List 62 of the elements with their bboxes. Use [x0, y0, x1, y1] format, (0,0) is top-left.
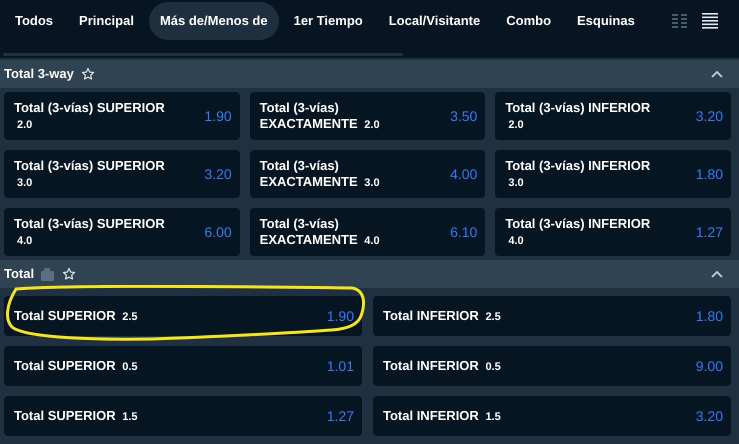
chevron-up-icon[interactable]	[711, 270, 723, 278]
odds-value: 1.80	[696, 164, 723, 184]
odds-button[interactable]: Total (3-vías) SUPERIOR 2.0 1.90	[4, 92, 240, 140]
star-icon[interactable]	[62, 267, 76, 281]
outcome-label: Total INFERIOR 2.5	[383, 308, 501, 324]
star-icon[interactable]	[80, 67, 95, 81]
odds-value: 6.10	[450, 222, 478, 242]
outcome-label: Total SUPERIOR 0.5	[14, 358, 138, 374]
odds-button[interactable]: Total (3-vías) EXACTAMENTE 4.0 6.10	[250, 208, 486, 256]
odds-button[interactable]: Total (3-vías) SUPERIOR 3.0 3.20	[4, 150, 240, 198]
odds-value: 1.80	[696, 306, 723, 326]
tab[interactable]: Más de/Menos de	[148, 2, 279, 40]
outcome-label: Total (3-vías) SUPERIOR 4.0	[14, 216, 166, 248]
odds-button[interactable]: Total (3-vías) INFERIOR 4.0 1.27	[495, 208, 731, 256]
odds-value: 3.20	[204, 164, 232, 184]
outcome-label: Total (3-vías) INFERIOR 4.0	[505, 216, 652, 248]
odds-value: 1.90	[204, 106, 232, 126]
list-view-icon[interactable]	[702, 13, 718, 29]
market-header[interactable]: Total 3-way	[0, 60, 739, 88]
odds-value: 1.27	[696, 222, 723, 242]
grid-view-icon[interactable]	[672, 13, 688, 29]
odds-button[interactable]: Total INFERIOR 2.5 1.80	[373, 296, 731, 336]
tab[interactable]: Combo	[495, 2, 562, 40]
odds-value: 9.00	[696, 356, 723, 376]
outcome-label: Total INFERIOR 1.5	[383, 408, 501, 424]
outcome-label: Total (3-vías) SUPERIOR 2.0	[14, 100, 166, 132]
outcome-label: Total SUPERIOR 2.5	[14, 308, 138, 324]
tab[interactable]: Esquinas	[566, 2, 646, 40]
outcome-label: Total (3-vías) INFERIOR 2.0	[505, 100, 652, 132]
odds-button[interactable]: Total (3-vías) SUPERIOR 4.0 6.00	[4, 208, 240, 256]
market-header[interactable]: Total	[0, 260, 739, 288]
outcome-label: Total (3-vías) EXACTAMENTE 3.0	[260, 158, 381, 190]
outcome-label: Total SUPERIOR 1.5	[14, 408, 138, 424]
chevron-up-icon[interactable]	[711, 70, 723, 78]
tab[interactable]: Principal	[68, 2, 145, 40]
odds-button[interactable]: Total (3-vías) EXACTAMENTE 2.0 3.50	[250, 92, 486, 140]
odds-value: 6.00	[204, 222, 232, 242]
outcome-label: Total INFERIOR 0.5	[383, 358, 501, 374]
outcome-label: Total (3-vías) EXACTAMENTE 4.0	[260, 216, 381, 248]
odds-value: 1.01	[326, 356, 354, 376]
odds-value: 3.20	[696, 106, 723, 126]
tab[interactable]: 1er Tiempo	[282, 2, 374, 40]
outcome-label: Total (3-vías) SUPERIOR 3.0	[14, 158, 166, 190]
outcome-label: Total (3-vías) EXACTAMENTE 2.0	[260, 100, 381, 132]
odds-button[interactable]: Total (3-vías) EXACTAMENTE 3.0 4.00	[250, 150, 486, 198]
odds-button[interactable]: Total (3-vías) INFERIOR 3.0 1.80	[495, 150, 731, 198]
market-title: Total 3-way	[4, 65, 74, 84]
odds-value: 3.20	[696, 406, 723, 426]
odds-value: 3.50	[450, 106, 478, 126]
odds-value: 1.27	[326, 406, 354, 426]
market-title: Total	[4, 265, 34, 284]
odds-value: 1.90	[326, 306, 354, 326]
odds-button[interactable]: Total SUPERIOR 1.5 1.27	[4, 396, 362, 436]
odds-button[interactable]: Total INFERIOR 1.5 3.20	[373, 396, 731, 436]
tab[interactable]: Todos	[4, 2, 64, 40]
odds-button[interactable]: Total (3-vías) INFERIOR 2.0 3.20	[495, 92, 731, 140]
odds-button[interactable]: Total SUPERIOR 2.5 1.90	[4, 296, 362, 336]
tab[interactable]: Local/Visitante	[378, 2, 492, 40]
odds-value: 4.00	[450, 164, 478, 184]
odds-button[interactable]: Total INFERIOR 0.5 9.00	[373, 346, 731, 386]
odds-button[interactable]: Total SUPERIOR 0.5 1.01	[4, 346, 362, 386]
outcome-label: Total (3-vías) INFERIOR 3.0	[505, 158, 652, 190]
